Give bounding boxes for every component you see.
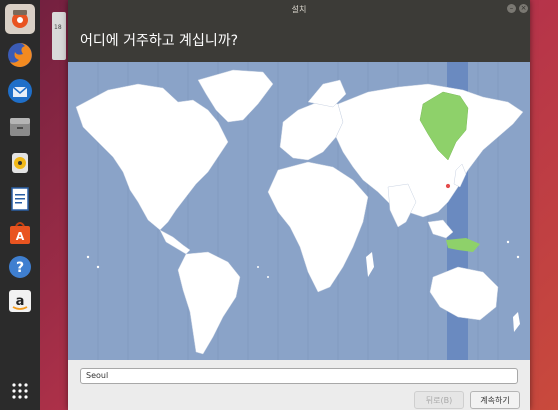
- australia: [429, 266, 499, 321]
- libreoffice-writer-icon[interactable]: [5, 184, 35, 214]
- new-zealand: [513, 312, 520, 332]
- south-america: [177, 251, 241, 355]
- svg-text:a: a: [16, 294, 25, 309]
- ubuntu-installer-icon[interactable]: [5, 4, 35, 34]
- back-button[interactable]: 뒤로(B): [414, 391, 464, 409]
- svg-text:?: ?: [16, 260, 24, 276]
- firefox-icon[interactable]: [5, 40, 35, 70]
- amazon-icon[interactable]: a: [5, 286, 35, 316]
- page-title: 어디에 거주하고 계십니까?: [80, 33, 239, 49]
- page-header: 어디에 거주하고 계십니까?: [68, 18, 530, 62]
- continue-button[interactable]: 계속하기: [470, 391, 520, 409]
- close-icon[interactable]: ×: [519, 4, 528, 13]
- timezone-map[interactable]: [68, 62, 530, 360]
- desktop-file-label: 18: [54, 24, 62, 31]
- minimize-icon[interactable]: –: [507, 4, 516, 13]
- madagascar: [366, 252, 374, 277]
- timezone-input[interactable]: [80, 368, 518, 384]
- help-icon[interactable]: ?: [5, 252, 35, 282]
- show-apps-icon[interactable]: [5, 376, 35, 406]
- title-bar: 설치 – ×: [68, 0, 530, 18]
- dock: A ? a: [0, 0, 40, 410]
- thunderbird-icon[interactable]: [5, 76, 35, 106]
- north-america: [75, 83, 229, 231]
- files-icon[interactable]: [5, 112, 35, 142]
- europe: [279, 101, 344, 161]
- africa: [267, 161, 369, 293]
- svg-text:A: A: [16, 230, 25, 243]
- installer-window: 설치 – × 어디에 거주하고 계십니까? Seoul 뒤로(B) 계속하기: [68, 0, 530, 410]
- window-title: 설치: [291, 4, 307, 14]
- rhythmbox-icon[interactable]: [5, 148, 35, 178]
- central-america: [159, 229, 191, 255]
- city-marker-seoul: [445, 183, 451, 189]
- software-center-icon[interactable]: A: [5, 218, 35, 248]
- desktop-file-icon[interactable]: 18: [52, 12, 66, 60]
